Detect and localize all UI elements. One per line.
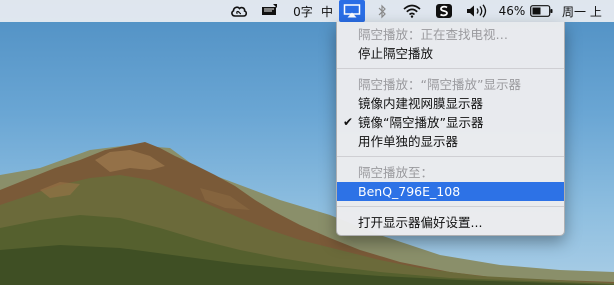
- menu-separator: [337, 68, 564, 69]
- battery-icon[interactable]: [528, 0, 554, 22]
- checkmark-icon: ✔: [343, 115, 354, 129]
- wifi-icon[interactable]: [401, 0, 423, 22]
- use-as-separate-display-item[interactable]: 用作单独的显示器: [337, 132, 564, 151]
- airplay-icon[interactable]: [339, 0, 365, 22]
- mirror-builtin-display-item[interactable]: 镜像内建视网膜显示器: [337, 94, 564, 113]
- mirror-airplay-display-label: 镜像“隔空播放”显示器: [358, 115, 484, 130]
- input-method-indicator[interactable]: 中: [318, 0, 336, 22]
- open-display-preferences-item[interactable]: 打开显示器偏好设置...: [337, 213, 564, 232]
- airplay-status: 隔空播放：正在查找电视…: [358, 27, 509, 42]
- word-count-label[interactable]: 0字: [289, 0, 317, 22]
- airplay-menu: 隔空播放：正在查找电视… 停止隔空播放 隔空播放：“隔空播放”显示器 镜像内建视…: [336, 22, 565, 236]
- menu-separator: [337, 156, 564, 157]
- device-benq-item[interactable]: BenQ_796E_108: [337, 182, 564, 201]
- battery-percent[interactable]: 46%: [495, 0, 529, 22]
- clock-day[interactable]: 周一 上: [562, 0, 614, 22]
- sogou-input-icon[interactable]: [432, 0, 456, 22]
- airplay-to-header: 隔空播放至：: [358, 165, 434, 180]
- volume-icon[interactable]: [464, 0, 492, 22]
- airplay-mode-header: 隔空播放：“隔空播放”显示器: [358, 77, 521, 92]
- stop-airplay-item[interactable]: 停止隔空播放: [337, 44, 564, 63]
- creative-cloud-icon[interactable]: [228, 0, 250, 22]
- mirror-airplay-display-item[interactable]: ✔ 镜像“隔空播放”显示器: [337, 113, 564, 132]
- notification-icon[interactable]: [258, 0, 282, 22]
- menu-separator: [337, 206, 564, 207]
- bluetooth-icon[interactable]: [373, 0, 391, 22]
- menu-bar: 0字 中 46% 周一 上: [0, 0, 614, 22]
